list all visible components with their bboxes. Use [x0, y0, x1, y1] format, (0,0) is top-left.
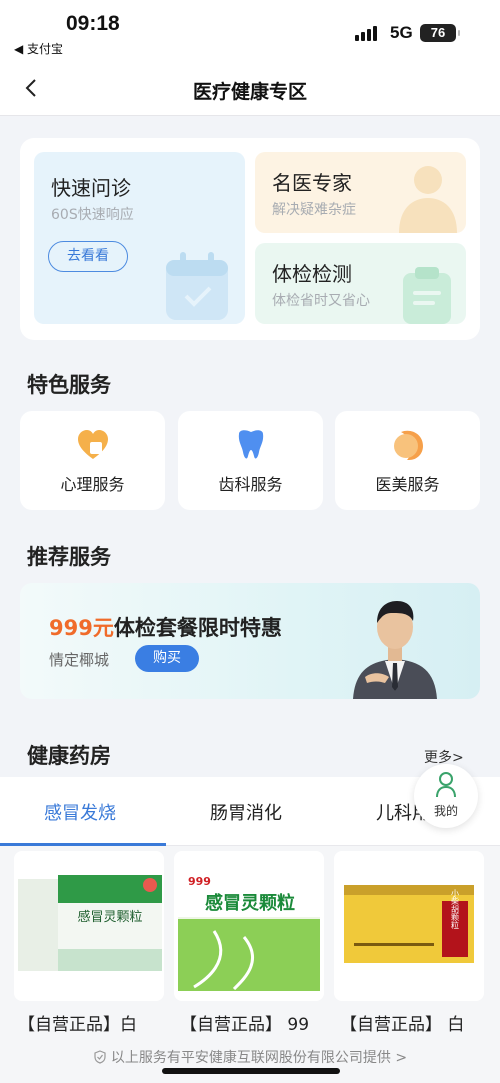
promo-person-image	[353, 601, 437, 699]
network-type: 5G	[390, 23, 413, 42]
quick-entry-card: 快速问诊 60S快速响应 去看看 名医专家 解决疑难杂症 体检检测 体检省时又省…	[20, 138, 480, 340]
product-box-label: 小柴胡颗粒	[451, 889, 460, 930]
service-card-cosmetic[interactable]: 医美服务	[335, 411, 480, 510]
quick-consult-title: 快速问诊	[51, 176, 131, 200]
provider-note-text: 以上服务有平安健康互联网股份有限公司提供 >	[110, 1050, 408, 1066]
product-card[interactable]: 小柴胡颗粒	[334, 851, 484, 1001]
provider-note[interactable]: 以上服务有平安健康互联网股份有限公司提供 >	[0, 1047, 500, 1067]
product-image: 小柴胡颗粒	[344, 885, 474, 963]
featured-services-title: 特色服务	[27, 373, 111, 397]
checkup-promo-banner[interactable]: 999元体检套餐限时特惠 情定椰城 购买	[20, 583, 480, 699]
service-label: 心理服务	[60, 475, 125, 494]
service-card-psychology[interactable]: 心理服务	[20, 411, 165, 510]
quick-consult-subtitle: 60S快速响应	[51, 207, 134, 223]
expert-doctor-title: 名医专家	[272, 171, 352, 195]
quick-consult-tile[interactable]: 快速问诊 60S快速响应 去看看	[34, 152, 245, 324]
status-time: 09:18	[66, 12, 120, 35]
product-name[interactable]: 【自营正品】 白	[340, 1010, 490, 1035]
promo-price: 999元	[49, 616, 114, 640]
doctor-icon	[399, 166, 457, 233]
back-to-app-link[interactable]: ◀ 支付宝	[14, 40, 63, 57]
nav-bar: 医疗健康专区	[0, 62, 500, 116]
tooth-icon	[238, 430, 264, 459]
promo-title: 999元体检套餐限时特惠	[49, 612, 282, 642]
tab-cold-fever[interactable]: 感冒发烧	[44, 799, 116, 825]
user-icon	[436, 772, 456, 798]
clipboard-icon	[403, 267, 451, 324]
page-title: 医疗健康专区	[192, 81, 307, 103]
service-label: 医美服务	[375, 475, 440, 494]
checkup-subtitle: 体检省时又省心	[272, 293, 370, 309]
mine-label: 我的	[433, 804, 458, 818]
product-card[interactable]: 999 感冒灵颗粒	[174, 851, 324, 1001]
product-image: 999 感冒灵颗粒	[178, 861, 320, 991]
shield-icon	[94, 1050, 106, 1064]
product-box-label: 感冒灵颗粒	[205, 892, 295, 914]
mine-floating-button[interactable]: 我的	[414, 764, 478, 828]
product-name[interactable]: 【自营正品】白	[18, 1010, 168, 1035]
checkup-tile[interactable]: 体检检测 体检省时又省心	[255, 243, 466, 324]
battery-icon: 76	[420, 24, 460, 42]
status-bar: 09:18 ◀ 支付宝 5G 76	[0, 0, 500, 62]
product-image: 感冒灵颗粒	[18, 875, 162, 971]
product-box-label: 感冒灵颗粒	[77, 909, 142, 925]
product-card[interactable]: 感冒灵颗粒	[14, 851, 164, 1001]
tab-digestion[interactable]: 肠胃消化	[210, 799, 282, 825]
product-name[interactable]: 【自营正品】 99	[180, 1010, 330, 1035]
home-indicator	[162, 1068, 340, 1074]
expert-doctor-subtitle: 解决疑难杂症	[272, 202, 356, 218]
service-label: 齿科服务	[218, 475, 283, 494]
pharmacy-title: 健康药房	[27, 744, 111, 768]
checkup-title: 体检检测	[272, 262, 352, 286]
pharmacy-section: 感冒发烧 肠胃消化 儿科用 感冒灵颗粒 999 感冒灵颗粒 小柴胡颗粒 【自营正…	[0, 777, 500, 1083]
heart-icon	[78, 430, 108, 459]
face-icon	[394, 430, 423, 460]
calendar-icon	[166, 252, 228, 320]
promo-text: 体检套餐限时特惠	[113, 616, 282, 640]
expert-doctor-tile[interactable]: 名医专家 解决疑难杂症	[255, 152, 466, 233]
promo-place: 情定椰城	[49, 651, 110, 669]
service-card-dental[interactable]: 齿科服务	[178, 411, 323, 510]
product-brand-label: 999	[188, 875, 211, 888]
buy-button[interactable]: 购买	[135, 645, 199, 672]
signal-icon	[355, 26, 377, 41]
recommend-services-title: 推荐服务	[27, 545, 111, 569]
go-see-button[interactable]: 去看看	[48, 241, 128, 272]
